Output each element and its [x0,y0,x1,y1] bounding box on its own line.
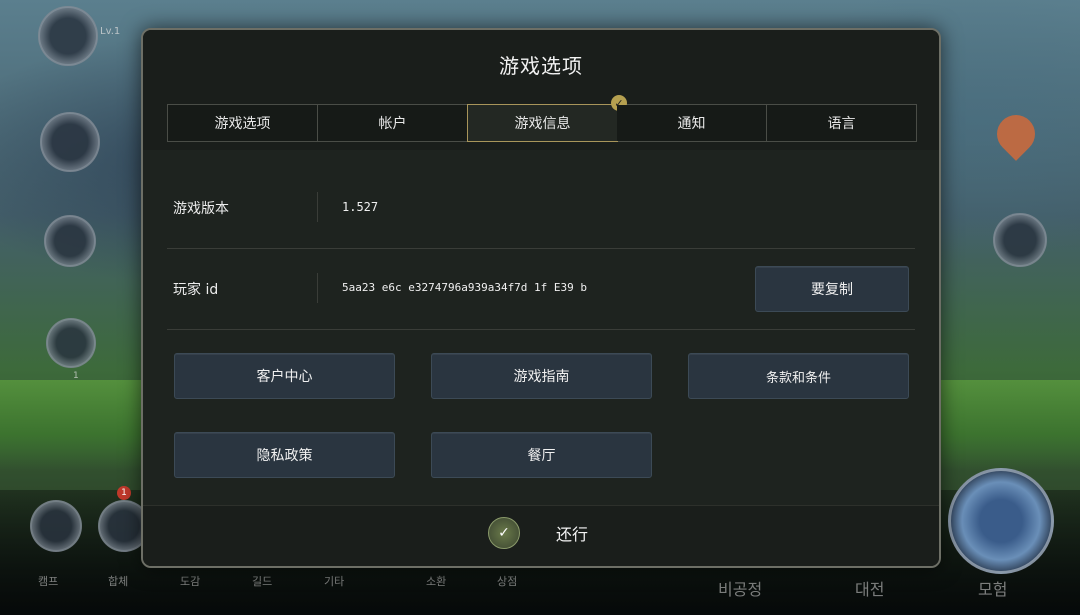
privacy-policy-button[interactable]: 隐私政策 [174,432,395,478]
player-level: Lv.1 [100,26,121,37]
tab-bar: 游戏选项 帐户 游戏信息 ✓ 通知 语言 [167,95,917,142]
row-divider [317,192,318,222]
game-guide-button[interactable]: 游戏指南 [431,353,652,399]
copy-id-button[interactable]: 要复制 [755,266,909,312]
player-id-label: 玩家 id [173,282,219,298]
confirm-label: 还行 [556,525,589,544]
camp-icon[interactable] [30,500,82,552]
tab-account[interactable]: 帐户 [318,105,468,141]
bottom-nav-airship[interactable]: 비공정 [718,576,762,600]
bottom-nav-codex[interactable]: 도감 [180,573,200,589]
confirm-button[interactable]: ✓ 还行 [488,517,588,549]
player-avatar[interactable] [38,6,98,66]
cafe-button[interactable]: 餐厅 [431,432,652,478]
bottom-nav-camp[interactable]: 캠프 [38,573,58,589]
customer-center-button[interactable]: 客户中心 [174,353,395,399]
hud-shield-icon[interactable] [46,318,96,368]
row-divider [317,273,318,303]
hud-skill-icon[interactable] [44,215,96,267]
dialog-title: 游戏选项 [499,54,583,78]
checkmark-icon: ✓ [488,517,520,549]
tab-game-info-label: 游戏信息 [514,116,571,132]
bottom-nav-guild[interactable]: 길드 [252,573,272,589]
tab-notifications[interactable]: 通知 [617,105,767,141]
adventure-compass-icon[interactable] [948,468,1054,574]
game-options-dialog: 游戏选项 游戏选项 帐户 游戏信息 ✓ 通知 语言 游戏版本 1.527 玩家 … [141,28,941,568]
hud-event-icon[interactable] [993,213,1047,267]
terms-button[interactable]: 条款和条件 [688,353,909,399]
version-row: 游戏版本 1.527 [167,166,915,249]
bottom-nav-shop[interactable]: 상점 [497,573,517,589]
gamepad-icon[interactable] [40,112,100,172]
bottom-nav-merge[interactable]: 합체 [108,573,128,589]
tab-game-info[interactable]: 游戏信息 ✓ [467,95,627,142]
tab-game-options[interactable]: 游戏选项 [168,105,318,141]
bottom-nav-etc[interactable]: 기타 [324,573,344,589]
version-value: 1.527 [342,200,379,214]
hud-small-count: 1 [73,371,79,381]
tab-language[interactable]: 语言 [767,105,916,141]
version-label: 游戏版本 [173,201,229,217]
bottom-nav-adventure[interactable]: 모험 [978,576,1007,600]
bottom-nav-battle[interactable]: 대전 [855,576,884,600]
bottom-nav-summon[interactable]: 소환 [426,573,446,589]
notification-badge: 1 [117,486,131,500]
player-id-value: 5aa23 e6c e3274796a939a34f7d 1f E39 b [342,281,588,294]
